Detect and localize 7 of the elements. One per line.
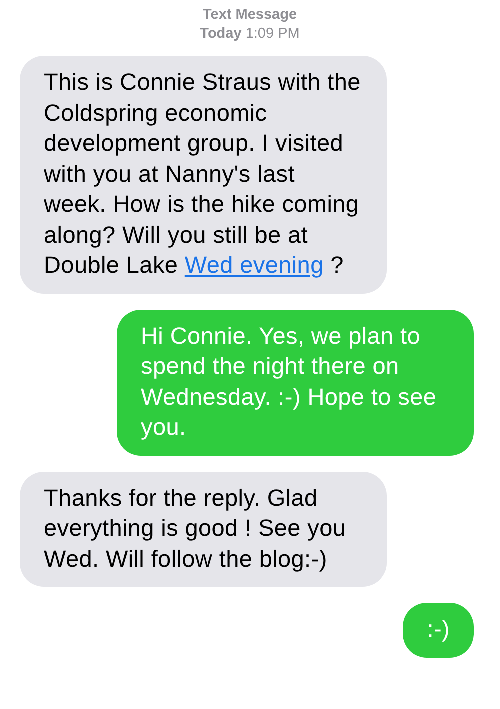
conversation-title: Text Message	[202, 6, 298, 25]
message-timestamp: Today 1:09 PM	[200, 25, 300, 44]
date-link[interactable]: Wed evening	[184, 252, 324, 278]
received-message-bubble: Thanks for the reply. Glad everything is good ! See you Wed. Will follow the blog:-)	[20, 472, 387, 587]
sent-message-bubble: :-)	[403, 603, 474, 658]
sent-message-bubble: Hi Connie. Yes, we plan to spend the night there on Wednesday. :-) Hope to see you.	[117, 310, 474, 456]
received-message-bubble: This is Connie Straus with the Coldspring economic development group. I visited with you at Nanny's last week. How is the hike coming along? Will you still be at Double Lake Wed evening ?	[20, 56, 387, 294]
